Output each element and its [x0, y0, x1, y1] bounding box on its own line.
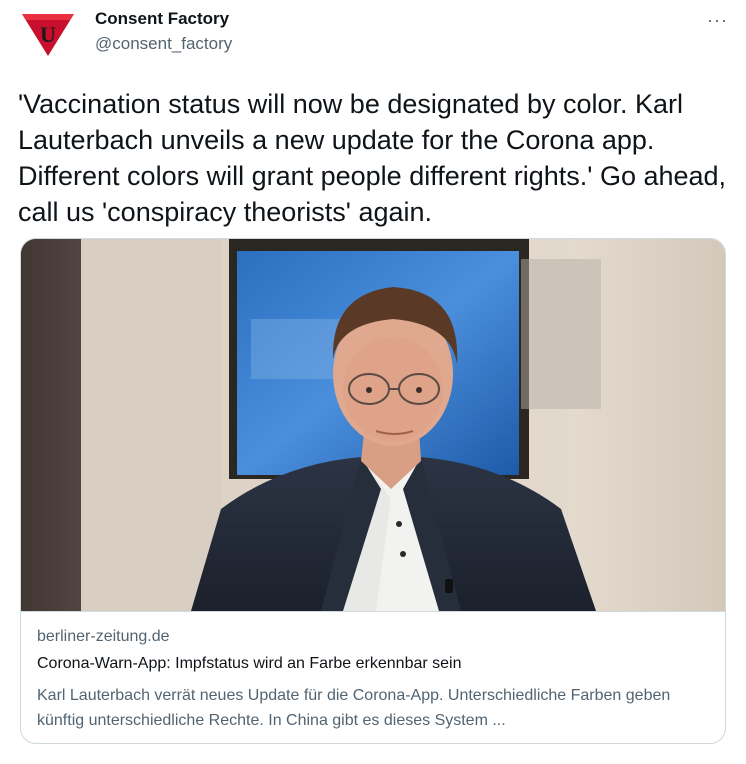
portrait-photo [21, 239, 725, 611]
red-triangle-logo-icon: U [22, 14, 74, 56]
user-handle[interactable]: @consent_factory [95, 34, 232, 54]
avatar[interactable]: U [18, 12, 78, 58]
avatar-letter: U [40, 22, 56, 47]
display-name[interactable]: Consent Factory [95, 9, 229, 29]
link-preview-card[interactable]: berliner-zeitung.de Corona-Warn-App: Imp… [20, 238, 726, 744]
card-title[interactable]: Corona-Warn-App: Impfstatus wird an Farb… [37, 655, 461, 673]
card-domain: berliner-zeitung.de [37, 628, 170, 645]
tweet-text: 'Vaccination status will now be designat… [18, 89, 727, 227]
card-image[interactable] [21, 239, 725, 611]
card-description: Karl Lauterbach verrät neues Update für … [37, 687, 671, 729]
card-meta[interactable]: berliner-zeitung.de Corona-Warn-App: Imp… [21, 611, 725, 743]
ellipsis-icon[interactable]: ··· [707, 10, 728, 31]
